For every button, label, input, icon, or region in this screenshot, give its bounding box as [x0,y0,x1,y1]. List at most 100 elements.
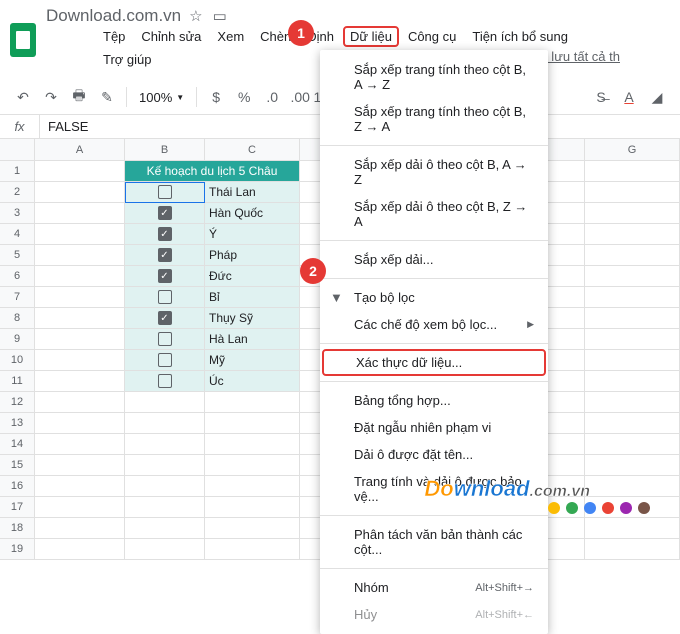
cell[interactable] [585,392,680,413]
row-header-7[interactable]: 7 [0,287,35,308]
cell[interactable] [35,350,125,371]
checkbox[interactable]: ✓ [158,311,172,325]
row-header-8[interactable]: 8 [0,308,35,329]
checkbox[interactable]: ✓ [158,269,172,283]
text-color-button[interactable]: A [616,84,642,110]
cell[interactable] [35,497,125,518]
menu-filter-views[interactable]: Các chế độ xem bộ lọc...▶ [320,311,548,338]
cell[interactable] [125,371,205,392]
cell[interactable]: Bỉ [205,287,300,308]
menu-view[interactable]: Xem [210,26,251,47]
row-header-2[interactable]: 2 [0,182,35,203]
cell[interactable] [585,434,680,455]
row-header-1[interactable]: 1 [0,161,35,182]
menu-create-filter[interactable]: ▼Tạo bộ lọc [320,284,548,311]
cell[interactable] [125,434,205,455]
star-icon[interactable]: ☆ [189,7,202,25]
cell[interactable] [35,434,125,455]
cell[interactable]: Hàn Quốc [205,203,300,224]
cell[interactable] [205,434,300,455]
cell[interactable] [35,203,125,224]
menu-sort-sheet-za[interactable]: Sắp xếp trang tính theo cột B, Z → A [320,98,548,140]
cell[interactable] [35,161,125,182]
cell[interactable] [585,476,680,497]
cell[interactable] [35,539,125,560]
menu-sort-sheet-az[interactable]: Sắp xếp trang tính theo cột B, A → Z [320,56,548,98]
menu-group[interactable]: NhómAlt+Shift+→ [320,574,548,601]
menu-named-ranges[interactable]: Dải ô được đặt tên... [320,441,548,468]
cell[interactable]: ✓ [125,203,205,224]
menu-ungroup[interactable]: HủyAlt+Shift+← [320,601,548,628]
row-header-6[interactable]: 6 [0,266,35,287]
cell[interactable] [125,182,205,203]
cell[interactable] [35,413,125,434]
cell[interactable]: Ý [205,224,300,245]
cell[interactable] [125,329,205,350]
cell[interactable] [35,287,125,308]
cell[interactable] [585,266,680,287]
cell[interactable] [125,539,205,560]
row-header-14[interactable]: 14 [0,434,35,455]
cell[interactable] [35,329,125,350]
row-header-12[interactable]: 12 [0,392,35,413]
cell[interactable] [35,224,125,245]
column-header-G[interactable]: G [585,139,680,161]
menu-sort-range-za[interactable]: Sắp xếp dải ô theo cột B, Z → A [320,193,548,235]
cell[interactable] [585,203,680,224]
checkbox[interactable]: ✓ [158,227,172,241]
decrease-decimal-button[interactable]: .0 [259,84,285,110]
cell[interactable]: Pháp [205,245,300,266]
cell[interactable] [35,245,125,266]
menu-help[interactable]: Trợ giúp [96,49,159,70]
cell[interactable] [125,455,205,476]
cell[interactable] [35,392,125,413]
menu-split-text[interactable]: Phân tách văn bản thành các cột... [320,521,548,563]
menu-data-validation[interactable]: Xác thực dữ liệu... [322,349,546,376]
checkbox[interactable] [158,374,172,388]
row-header-13[interactable]: 13 [0,413,35,434]
strikethrough-button[interactable]: S̶ [588,84,614,110]
menu-pivot-table[interactable]: Bảng tổng hợp... [320,387,548,414]
cell[interactable] [585,329,680,350]
paint-format-button[interactable]: ✎ [94,84,120,110]
redo-button[interactable]: ↷ [38,84,64,110]
row-header-16[interactable]: 16 [0,476,35,497]
table-title[interactable]: Kế hoạch du lịch 5 Châu [125,161,300,182]
row-header-10[interactable]: 10 [0,350,35,371]
menu-addons[interactable]: Tiện ích bổ sung [465,26,575,47]
cell[interactable] [205,392,300,413]
document-title[interactable]: Download.com.vn [46,6,181,26]
cell[interactable] [585,455,680,476]
menu-randomize-range[interactable]: Đặt ngẫu nhiên phạm vi [320,414,548,441]
cell[interactable]: ✓ [125,224,205,245]
cell[interactable]: ✓ [125,308,205,329]
cell[interactable] [35,455,125,476]
checkbox[interactable]: ✓ [158,248,172,262]
cell[interactable] [585,518,680,539]
cell[interactable] [585,308,680,329]
column-header-C[interactable]: C [205,139,300,161]
cell[interactable]: Mỹ [205,350,300,371]
cell[interactable]: Hà Lan [205,329,300,350]
cell[interactable] [585,371,680,392]
select-all-corner[interactable] [0,139,35,161]
cell[interactable] [35,476,125,497]
checkbox[interactable] [158,332,172,346]
checkbox[interactable] [158,353,172,367]
cell[interactable] [205,413,300,434]
menu-sort-range[interactable]: Sắp xếp dải... [320,246,548,273]
row-header-18[interactable]: 18 [0,518,35,539]
move-icon[interactable]: ▭ [213,7,227,25]
cell[interactable] [205,539,300,560]
row-header-11[interactable]: 11 [0,371,35,392]
cell[interactable] [125,350,205,371]
checkbox[interactable]: ✓ [158,206,172,220]
percent-button[interactable]: % [231,84,257,110]
undo-button[interactable]: ↶ [10,84,36,110]
cell[interactable] [585,287,680,308]
row-header-9[interactable]: 9 [0,329,35,350]
cell[interactable] [125,476,205,497]
increase-decimal-button[interactable]: .00 [287,84,313,110]
cell[interactable] [585,224,680,245]
fill-color-button[interactable]: ◢ [644,84,670,110]
